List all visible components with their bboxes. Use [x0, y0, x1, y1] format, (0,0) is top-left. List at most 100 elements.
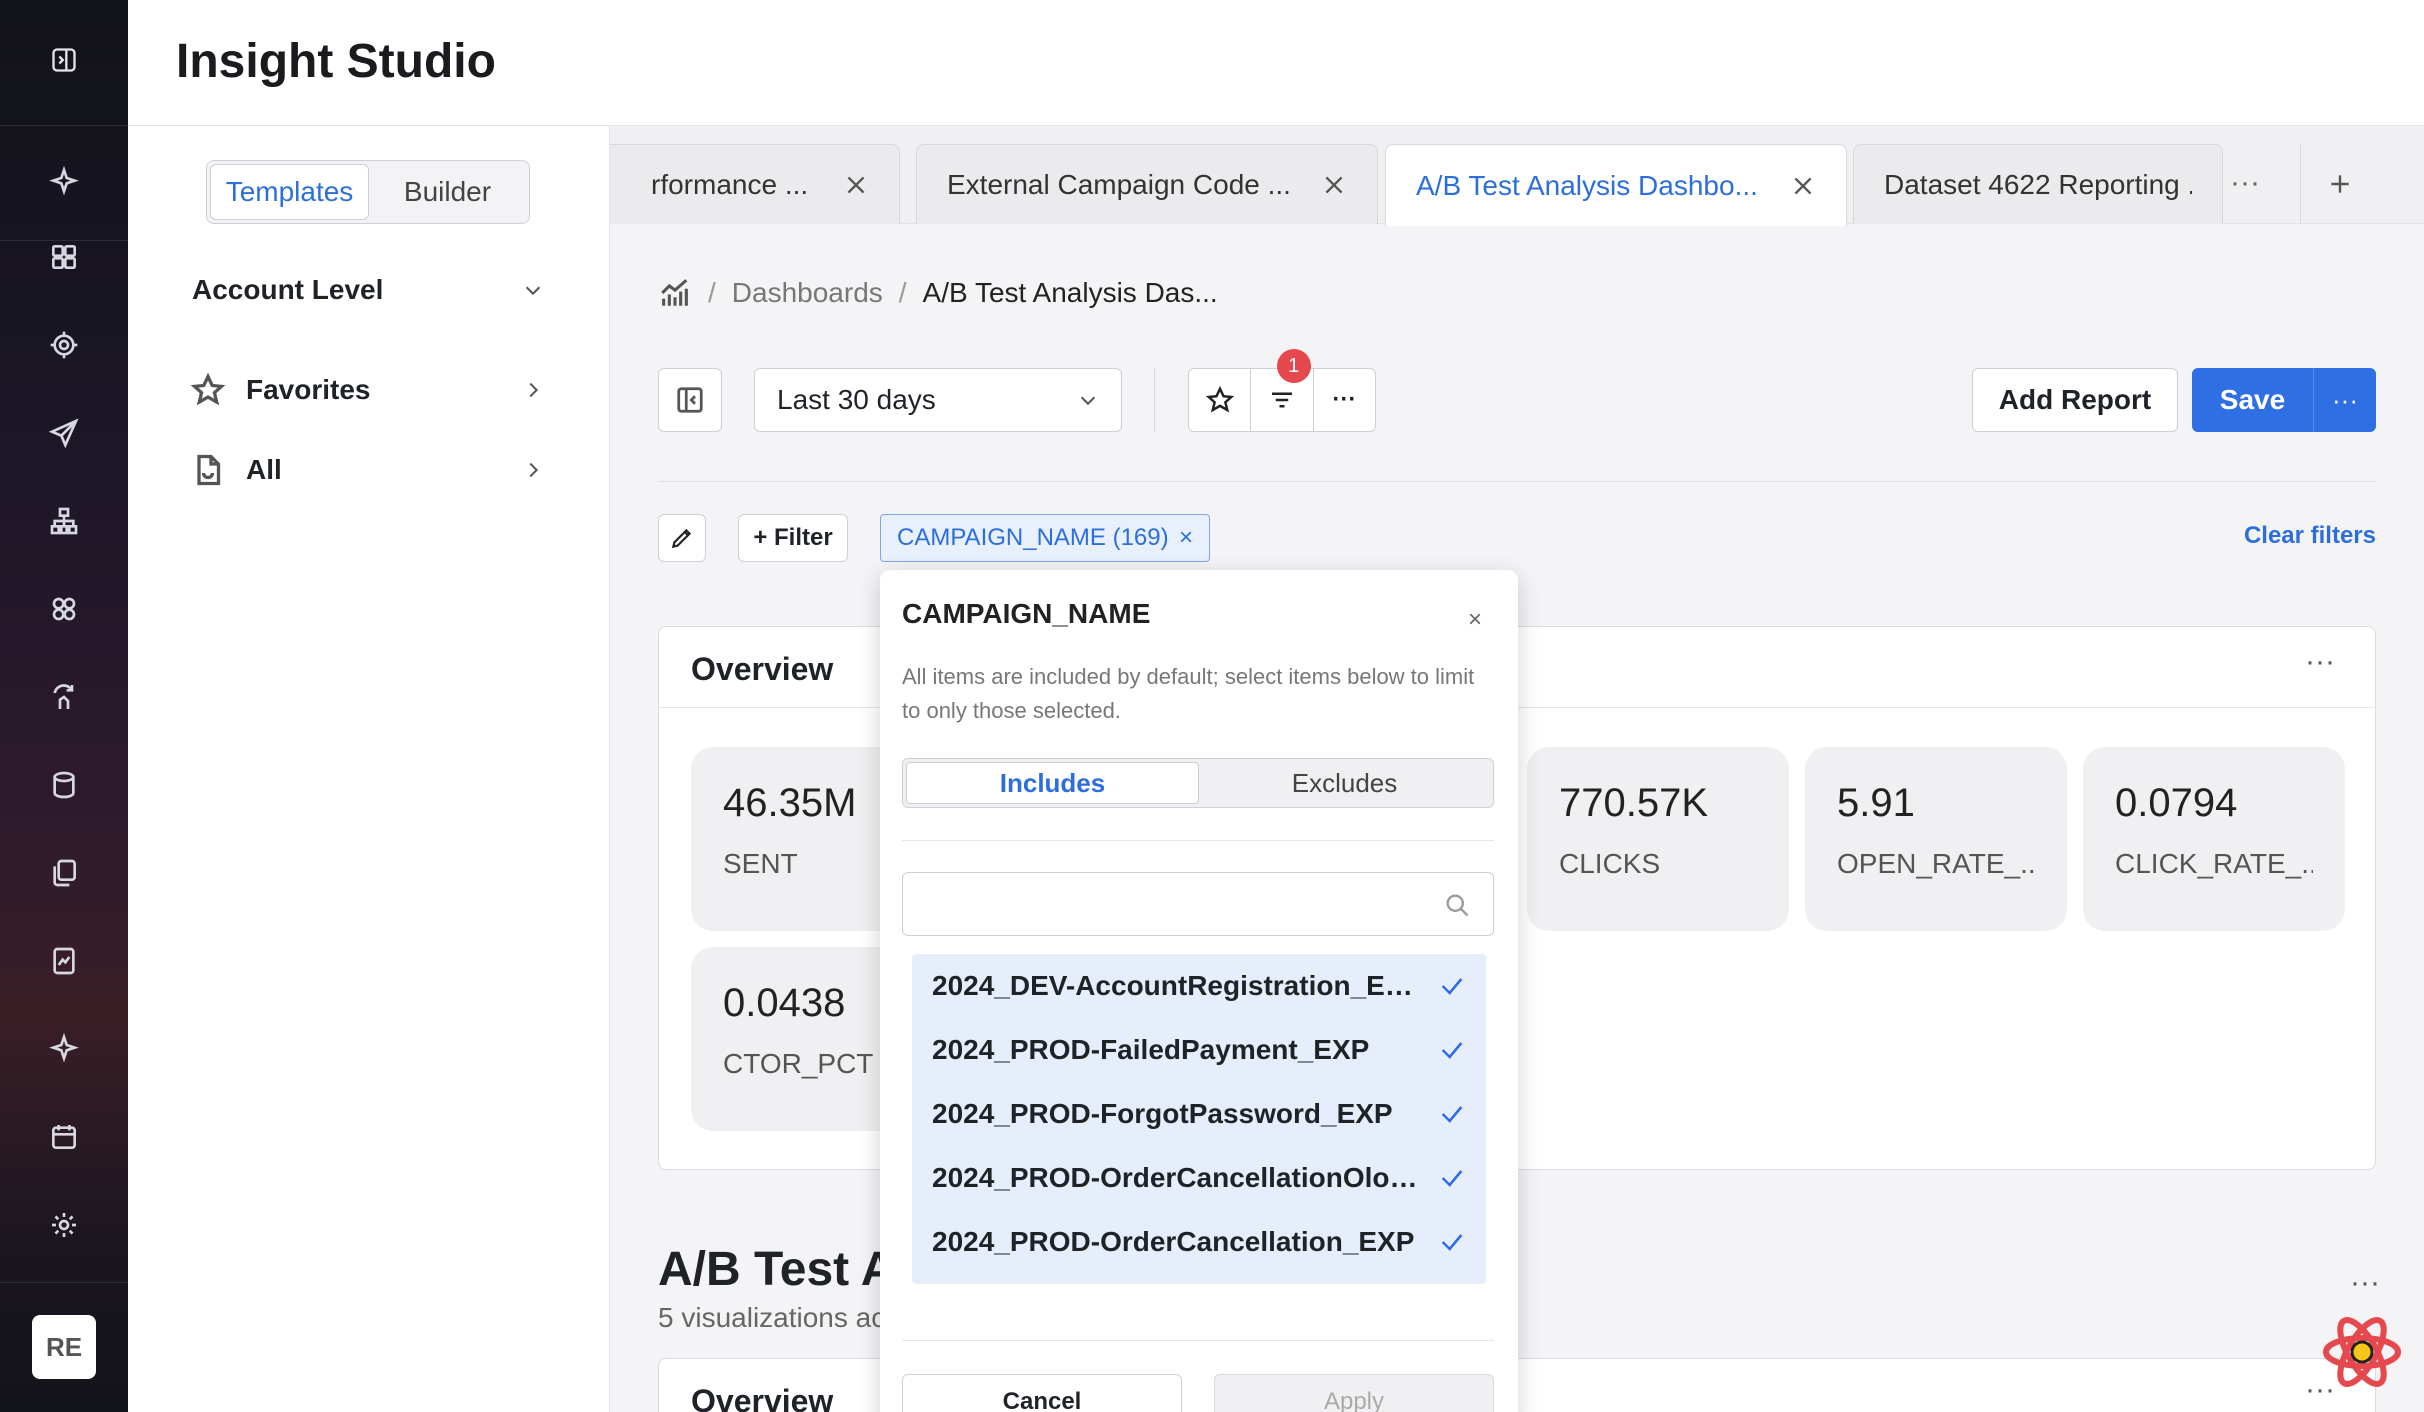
segment-templates[interactable]: Templates: [210, 164, 369, 220]
send-icon[interactable]: [0, 401, 128, 465]
includes-option[interactable]: Includes: [906, 762, 1199, 804]
list-item[interactable]: 2024_PROD-FailedPayment_EXP: [912, 1018, 1486, 1082]
chevron-down-icon: [1080, 396, 1096, 406]
tab-label: rformance ...: [651, 168, 809, 200]
tab-ab-test-analysis[interactable]: A/B Test Analysis Dashbo...: [1385, 144, 1847, 226]
calendar-icon[interactable]: [0, 1105, 128, 1169]
app-title: Insight Studio: [176, 35, 496, 88]
item-label: 2024_PROD-ForgotPassword_EXP: [932, 1098, 1393, 1129]
sidebar-item-label: Favorites: [246, 374, 371, 405]
avatar[interactable]: RE: [32, 1315, 96, 1379]
panel-menu-button[interactable]: ···: [2305, 645, 2335, 679]
edit-filters-button[interactable]: [658, 514, 706, 562]
date-range-value: Last 30 days: [777, 384, 936, 415]
secondary-sidebar: Templates Builder Account Level Favorite…: [128, 126, 610, 1412]
item-label: 2024_PROD-OrderCancellationOlo_E...: [932, 1162, 1422, 1193]
search-icon: [1446, 894, 1469, 917]
excludes-option[interactable]: Excludes: [1199, 762, 1490, 804]
tab-performance[interactable]: rformance ...: [610, 144, 900, 224]
tab-dataset-reporting[interactable]: Dataset 4622 Reporting ...: [1853, 144, 2223, 224]
database-icon[interactable]: [0, 753, 128, 817]
close-icon[interactable]: [1790, 173, 1816, 199]
metric-card: 770.57K CLICKS: [1527, 747, 1789, 931]
close-icon[interactable]: [843, 172, 869, 198]
item-search-input[interactable]: [902, 872, 1494, 936]
metric-label: CLICK_RATE_...: [2115, 848, 2313, 879]
close-icon[interactable]: [1321, 172, 1347, 198]
settings-icon[interactable]: [0, 1193, 128, 1257]
section-title: A/B Test A: [658, 1243, 896, 1296]
star-icon: [1205, 385, 1234, 413]
sidebar-item-favorites[interactable]: Favorites: [190, 372, 544, 408]
save-split-button: Save ···: [2192, 368, 2376, 432]
item-label: 2024_PROD-OrderCancellation_EXP: [932, 1226, 1415, 1257]
tabs-overflow-button[interactable]: ···: [2230, 166, 2260, 200]
filter-chip-label: CAMPAIGN_NAME (169): [897, 524, 1169, 551]
breadcrumb-current: A/B Test Analysis Das...: [922, 277, 1218, 308]
list-item[interactable]: 2024_PROD-OrderCancellationOlo_E...: [912, 1146, 1486, 1210]
add-report-button[interactable]: Add Report: [1972, 368, 2178, 432]
campaign-item-list: 2024_DEV-AccountRegistration_EXP 2024_PR…: [912, 954, 1486, 1284]
sparkle-icon[interactable]: [0, 1017, 128, 1081]
checkmark-icon: [1441, 1042, 1463, 1059]
copy-icon[interactable]: [0, 841, 128, 905]
tab-label: Dataset 4622 Reporting ...: [1884, 168, 2192, 200]
section-subtitle: 5 visualizations ac: [658, 1302, 886, 1333]
more-actions-button[interactable]: ···: [1314, 369, 1375, 431]
analytics-icon[interactable]: [658, 276, 692, 310]
collapse-panel-button[interactable]: [658, 368, 722, 432]
target-icon[interactable]: [0, 313, 128, 377]
filter-button[interactable]: 1: [1251, 349, 1314, 431]
panel-title: Overview: [691, 651, 834, 687]
account-level-label: Account Level: [192, 274, 384, 305]
hierarchy-icon[interactable]: [0, 489, 128, 553]
action-button-group: 1 ···: [1188, 349, 1376, 432]
item-label: 2024_DEV-AccountRegistration_EXP: [932, 970, 1422, 1001]
app-rail: RE: [0, 0, 128, 1412]
tab-external-campaign[interactable]: External Campaign Code ...: [916, 144, 1378, 224]
panel-toggle-icon[interactable]: [50, 46, 78, 79]
star-icon: [190, 372, 226, 406]
checkmark-icon: [1441, 1170, 1463, 1187]
section-menu-button[interactable]: ···: [2350, 1266, 2380, 1300]
remove-filter-icon[interactable]: ×: [1179, 524, 1193, 552]
sidebar-item-all[interactable]: All: [190, 452, 544, 488]
refresh-hand-icon[interactable]: [0, 665, 128, 729]
breadcrumb-dashboards[interactable]: Dashboards: [732, 277, 883, 309]
cancel-button[interactable]: Cancel: [902, 1374, 1182, 1412]
list-item[interactable]: 2024_DEV-AccountRegistration_EXP: [912, 954, 1486, 1018]
chevron-right-icon: [529, 462, 539, 478]
metric-label: CLICKS: [1559, 848, 1661, 879]
sparkle-icon[interactable]: [0, 150, 128, 214]
pencil-icon: [671, 528, 692, 549]
list-item[interactable]: 2024_PROD-OrderCancellation_EXP: [912, 1210, 1486, 1274]
report-icon[interactable]: [0, 929, 128, 993]
metric-card: 5.91 OPEN_RATE_...: [1805, 747, 2067, 931]
close-icon[interactable]: ×: [1468, 606, 1482, 634]
add-tab-button[interactable]: [2300, 144, 2378, 224]
grid-icon[interactable]: [0, 225, 128, 289]
checkmark-icon: [1441, 1234, 1463, 1251]
metric-value: 0.0794: [2115, 781, 2238, 825]
filter-icon: [1271, 392, 1292, 408]
save-button[interactable]: Save: [2192, 368, 2314, 432]
apply-button[interactable]: Apply: [1214, 1374, 1494, 1412]
segment-builder[interactable]: Builder: [369, 164, 526, 220]
save-options-button[interactable]: ···: [2314, 368, 2376, 432]
include-exclude-toggle: Includes Excludes: [902, 758, 1494, 808]
panel-left-icon: [677, 387, 703, 413]
cluster-icon[interactable]: [0, 577, 128, 641]
add-filter-button[interactable]: + Filter: [738, 514, 848, 562]
panel-title: Overview: [691, 1383, 834, 1412]
plus-icon: [2330, 175, 2349, 193]
app-header: Insight Studio: [128, 0, 2424, 126]
tab-label: A/B Test Analysis Dashbo...: [1416, 169, 1758, 201]
filter-chip-campaign-name[interactable]: CAMPAIGN_NAME (169) ×: [880, 514, 1210, 562]
date-range-select[interactable]: Last 30 days: [754, 368, 1122, 432]
account-level-dropdown[interactable]: Account Level: [192, 274, 544, 306]
favorite-button[interactable]: [1189, 369, 1252, 431]
list-item[interactable]: 2024_PROD-ForgotPassword_EXP: [912, 1082, 1486, 1146]
metric-card: 0.0794 CLICK_RATE_...: [2083, 747, 2345, 931]
clear-filters-link[interactable]: Clear filters: [2244, 522, 2376, 550]
devtools-atom-icon[interactable]: [2320, 1310, 2404, 1394]
